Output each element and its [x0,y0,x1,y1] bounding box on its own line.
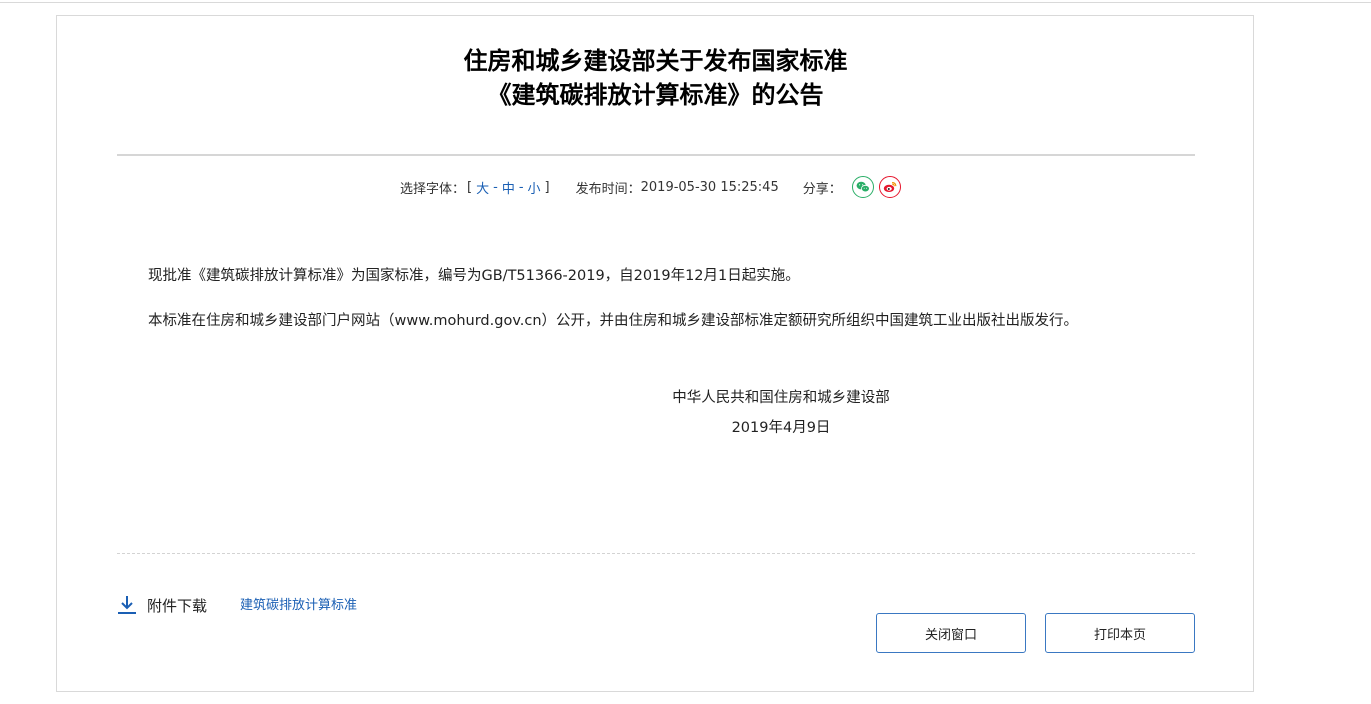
font-size-separator: - [493,179,498,195]
font-size-medium-link[interactable]: 中 [502,178,515,197]
article-meta-bar: 选择字体： [ 大 - 中 - 小 ] 发布时间： 2019-05-30 15:… [400,175,906,199]
publish-time-value: 2019-05-30 15:25:45 [640,179,779,195]
page-title: 住房和城乡建设部关于发布国家标准 《建筑碳排放计算标准》的公告 [0,44,1311,112]
top-divider [0,2,1371,3]
title-line-1: 住房和城乡建设部关于发布国家标准 [463,47,848,75]
close-window-button[interactable]: 关闭窗口 [876,613,1026,653]
wechat-glyph [856,181,870,193]
signature-date: 2019年4月9日 [731,420,831,436]
font-size-large-link[interactable]: 大 [476,178,489,197]
font-size-bracket-open: [ [467,179,473,195]
attachment-divider [117,553,1195,554]
font-size-label: 选择字体： [400,181,466,197]
weibo-glyph [883,181,897,192]
font-size-small-link[interactable]: 小 [528,178,541,197]
download-icon [117,594,137,616]
signature-issuer: 中华人民共和国住房和城乡建设部 [672,390,890,406]
title-line-2: 《建筑碳排放计算标准》的公告 [487,81,824,109]
attachment-row: 附件下载 建筑碳排放计算标准 [117,594,357,616]
body-paragraph: 现批准《建筑碳排放计算标准》为国家标准，编号为GB/T51366-2019，自2… [148,268,800,284]
article-card [56,15,1254,692]
signature-block: 中华人民共和国住房和城乡建设部 2019年4月9日 [650,387,912,439]
share-label: 分享： [802,181,842,197]
body-paragraph: 本标准在住房和城乡建设部门户网站（www.mohurd.gov.cn）公开，并由… [148,313,1079,329]
font-size-bracket-close: ] [544,179,550,195]
wechat-icon[interactable] [851,176,874,198]
font-size-separator: - [518,179,524,195]
article-body: 现批准《建筑碳排放计算标准》为国家标准，编号为GB/T51366-2019，自2… [148,265,1208,332]
weibo-icon[interactable] [878,176,901,198]
publish-time-label: 发布时间： [575,181,641,197]
title-divider [117,154,1195,156]
attachment-file-link[interactable]: 建筑碳排放计算标准 [240,594,357,613]
attachment-label: 附件下载 [147,596,208,615]
print-page-button[interactable]: 打印本页 [1045,613,1195,653]
